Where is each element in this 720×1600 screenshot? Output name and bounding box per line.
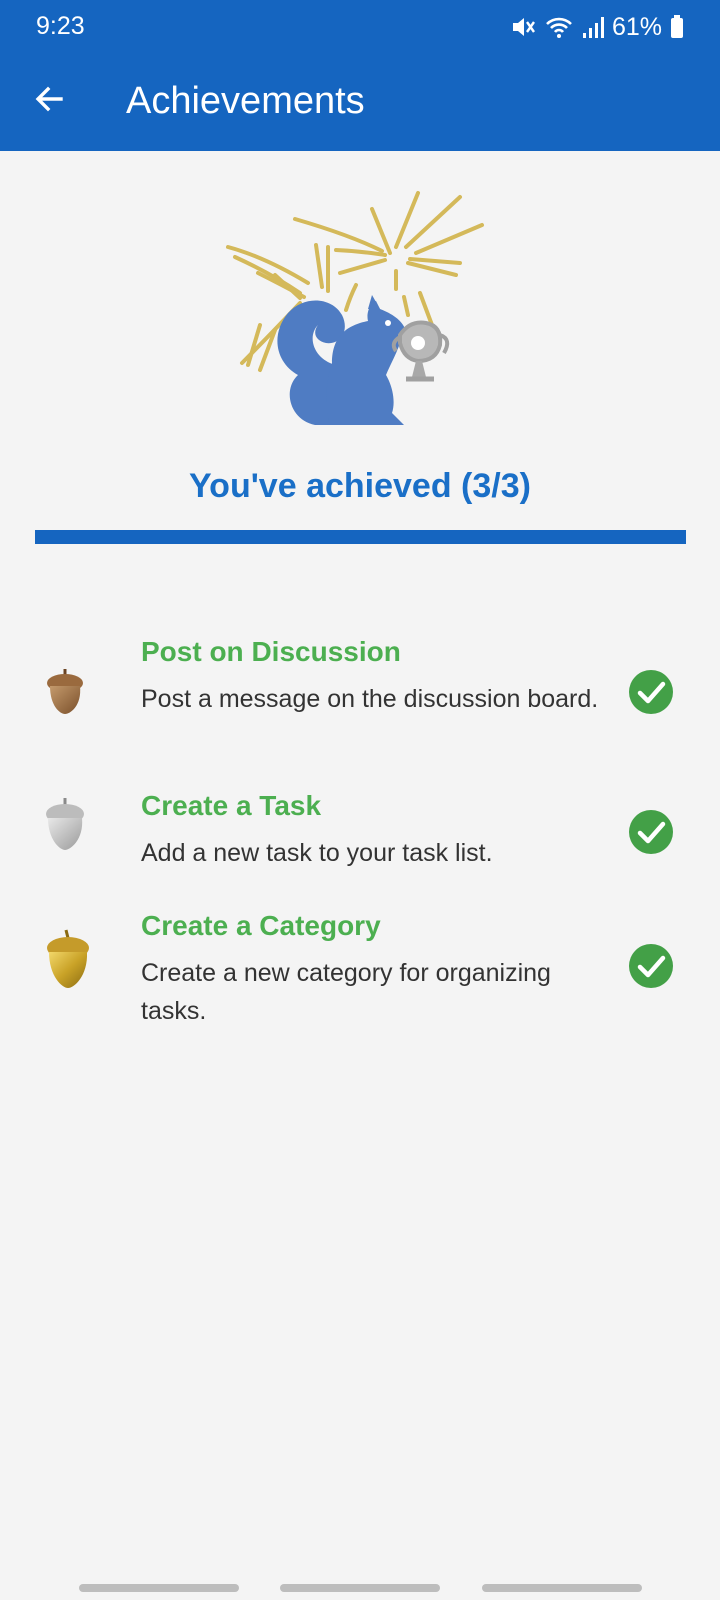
nav-back-button[interactable] [482, 1584, 642, 1592]
achievement-description: Create a new category for organizing tas… [141, 959, 551, 1025]
achievement-progress-fill [35, 530, 686, 544]
achievement-title: Post on Discussion [141, 636, 401, 667]
arrow-left-icon [34, 84, 64, 119]
status-icons: 61% [510, 12, 684, 42]
wifi-icon [544, 14, 574, 40]
achievement-summary: You've achieved (3/3) [189, 467, 531, 505]
achievement-description: Add a new task to your task list. [141, 839, 493, 867]
achievement-title: Create a Category [141, 910, 381, 941]
achievement-description: Post a message on the discussion board. [141, 685, 599, 713]
nav-recent-button[interactable] [79, 1584, 239, 1592]
achievement-progress-bar [35, 530, 686, 544]
silver-acorn-icon [42, 796, 88, 857]
nav-home-button[interactable] [280, 1584, 440, 1592]
signal-icon [582, 15, 604, 39]
check-circle-icon [629, 810, 673, 854]
achievement-title: Create a Task [141, 790, 322, 821]
bronze-acorn-icon [42, 666, 88, 721]
gold-acorn-icon [42, 928, 94, 995]
battery-icon [670, 15, 684, 39]
check-circle-icon [629, 670, 673, 714]
system-nav-bar [0, 1578, 720, 1600]
back-button[interactable] [26, 78, 72, 124]
check-circle-icon [629, 944, 673, 988]
app-bar: 9:23 61% Achievements [0, 0, 720, 151]
mute-icon [510, 14, 536, 40]
status-time: 9:23 [36, 12, 85, 40]
battery-percent: 61% [611, 12, 662, 41]
page-title: Achievements [126, 80, 365, 122]
squirrel-trophy-illustration [220, 185, 500, 445]
